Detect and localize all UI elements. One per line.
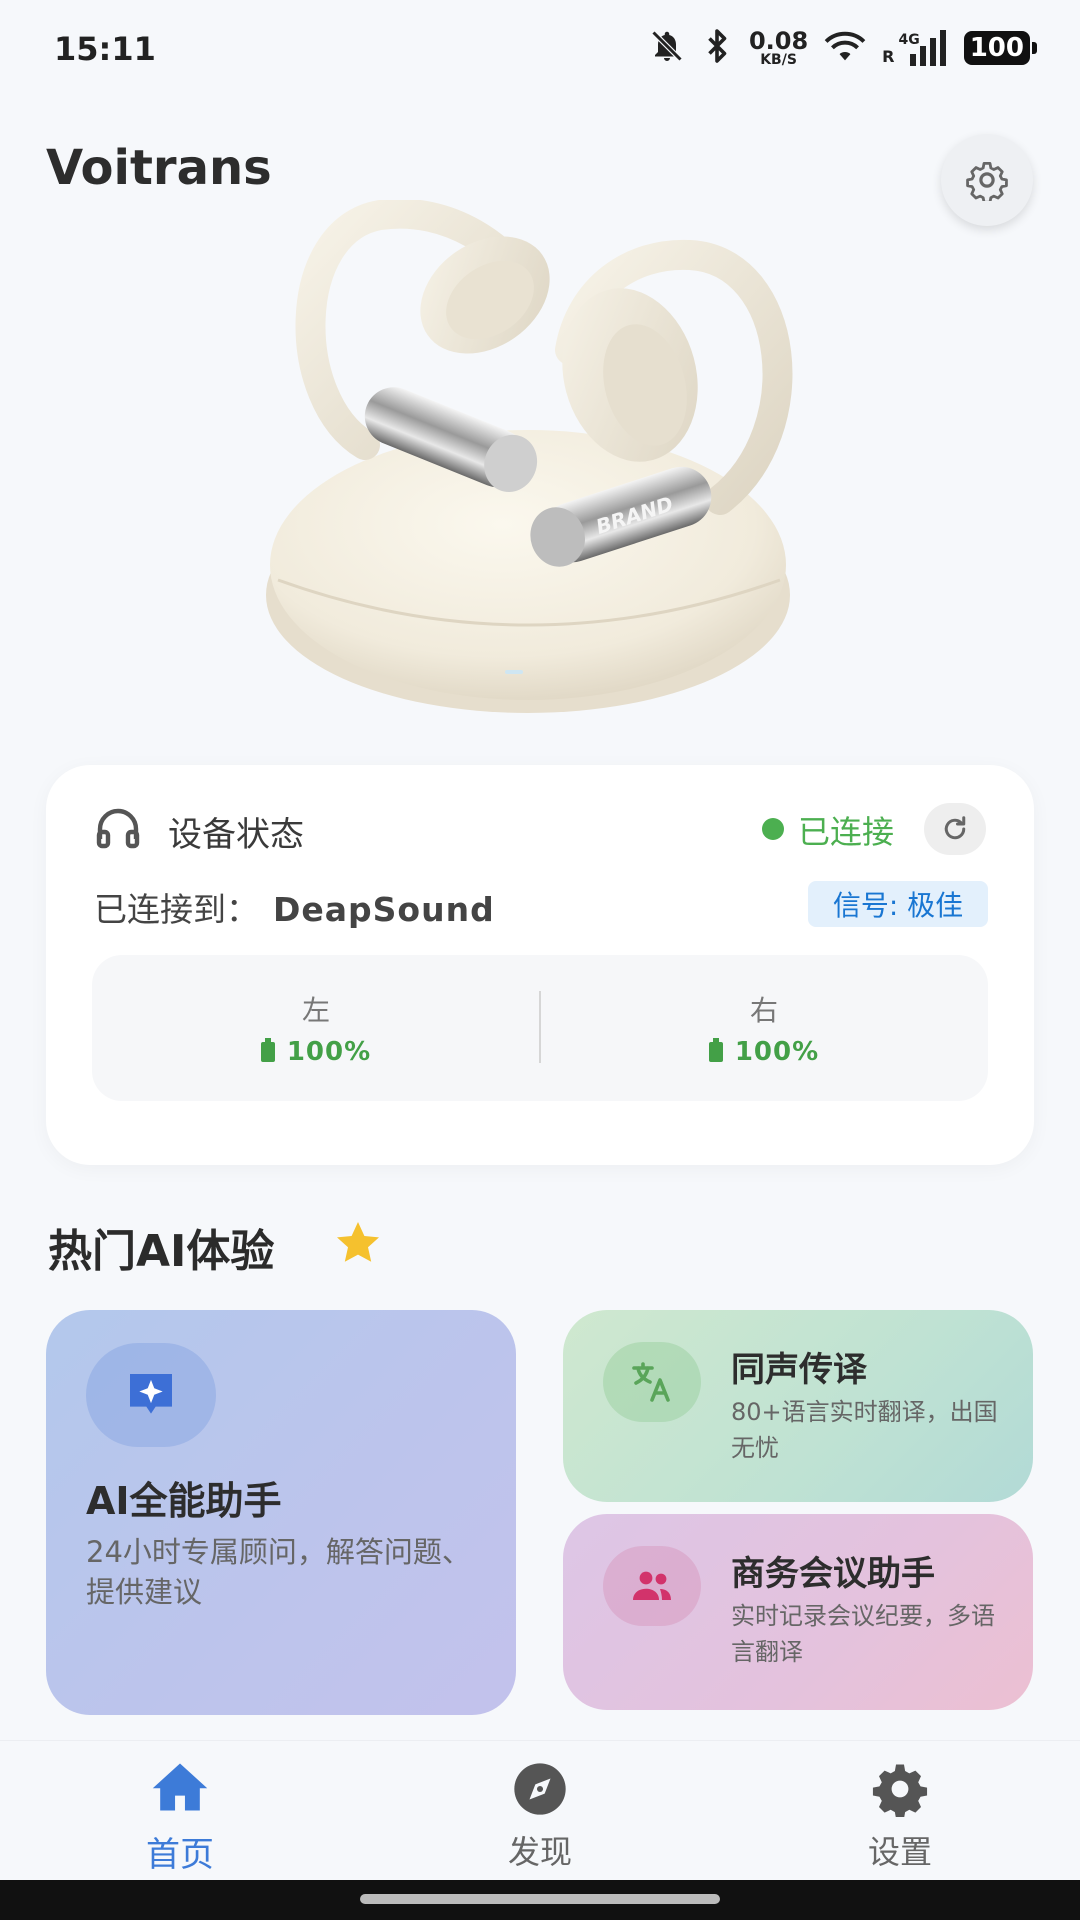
app-title: Voitrans — [46, 140, 272, 196]
translation-card-title: 同声传译 — [731, 1350, 867, 1390]
connected-dot — [762, 818, 784, 840]
ai-assistant-card[interactable]: AI全能助手 24小时专属顾问，解答问题、提供建议 — [46, 1310, 516, 1715]
device-name: DeapSound — [273, 890, 495, 929]
home-icon — [152, 1763, 208, 1811]
battery-icon — [708, 1038, 723, 1062]
right-label: 右 — [749, 994, 778, 1027]
gear-icon — [966, 161, 1008, 201]
ai-card-title: AI全能助手 — [86, 1479, 282, 1523]
wifi-icon — [822, 28, 868, 68]
earbuds-product-image: BRAND — [250, 198, 810, 730]
nav-discover[interactable]: 发现 — [440, 1741, 640, 1881]
people-icon — [633, 1571, 671, 1600]
ai-icon-badge — [86, 1343, 216, 1447]
home-indicator[interactable] — [360, 1894, 720, 1904]
nav-home-label: 首页 — [146, 1835, 214, 1875]
translation-card[interactable]: 同声传译 80+语言实时翻译，出国无忧 — [563, 1310, 1033, 1502]
signal-badge: 信号: 极佳 — [808, 881, 988, 927]
nav-discover-label: 发现 — [507, 1833, 572, 1871]
cell-signal: R 4G — [882, 30, 950, 66]
refresh-icon — [944, 816, 966, 840]
status-icons: 0.08 KB/S R 4G 100 — [649, 27, 1038, 68]
meeting-icon-badge — [603, 1546, 701, 1626]
meeting-assistant-card[interactable]: 商务会议助手 实时记录会议纪要，多语言翻译 — [563, 1514, 1033, 1710]
settings-button[interactable] — [941, 134, 1033, 226]
left-label: 左 — [301, 994, 330, 1027]
net-speed: 0.08 KB/S — [748, 27, 809, 68]
headphones-icon — [94, 805, 142, 857]
ai-sparkle-icon — [130, 1374, 172, 1414]
star-icon — [334, 1220, 382, 1270]
nav-home[interactable]: 首页 — [80, 1741, 280, 1881]
left-earbud-battery: 左 100% — [92, 955, 540, 1101]
device-status-card: 设备状态 已连接 已连接到： DeapSound 信号: 极佳 左 100% 右 … — [46, 765, 1034, 1165]
status-bar: 15:11 0.08 KB/S R 4G 100 — [0, 0, 1080, 104]
translate-icon-badge — [603, 1342, 701, 1422]
battery-panel: 左 100% 右 100% — [92, 955, 988, 1101]
battery-indicator: 100 — [963, 31, 1038, 65]
right-battery-value: 100% — [734, 1037, 820, 1067]
nav-settings-label: 设置 — [867, 1833, 932, 1871]
gear-icon — [872, 1764, 928, 1817]
right-earbud-battery: 右 100% — [540, 955, 988, 1101]
translation-card-desc: 80+语言实时翻译，出国无忧 — [731, 1398, 998, 1462]
translate-icon — [632, 1362, 670, 1402]
meeting-card-desc: 实时记录会议纪要，多语言翻译 — [731, 1602, 995, 1666]
connected-device-row: 已连接到： DeapSound — [94, 883, 495, 931]
mute-bell-icon — [649, 28, 685, 68]
device-status-title: 设备状态 — [168, 815, 304, 855]
compass-icon — [514, 1763, 566, 1815]
bluetooth-icon — [699, 28, 735, 68]
refresh-button[interactable] — [924, 803, 986, 855]
status-time: 15:11 — [54, 30, 156, 68]
nav-settings[interactable]: 设置 — [800, 1741, 1000, 1881]
section-title: 热门AI体验 — [48, 1226, 275, 1277]
left-battery-value: 100% — [286, 1037, 372, 1067]
battery-icon — [260, 1038, 275, 1062]
bottom-nav: 首页 发现 设置 — [0, 1740, 1080, 1881]
ai-card-desc: 24小时专属顾问，解答问题、提供建议 — [86, 1535, 471, 1609]
connection-status: 已连接 — [798, 813, 895, 851]
meeting-card-title: 商务会议助手 — [731, 1554, 935, 1594]
connected-to-label: 已连接到： — [94, 890, 259, 929]
